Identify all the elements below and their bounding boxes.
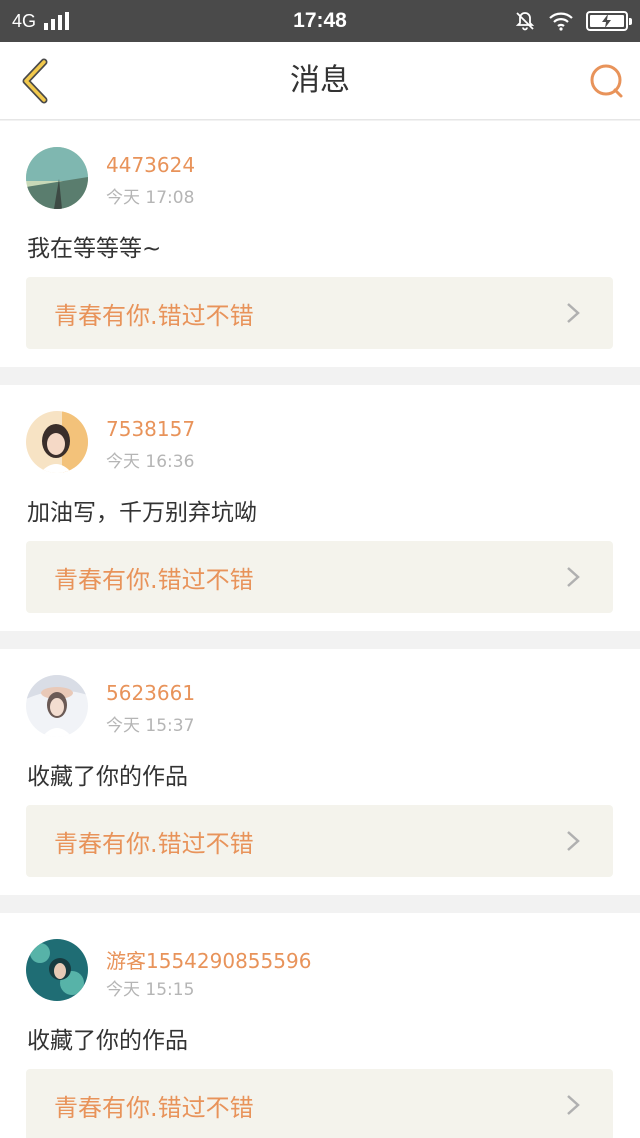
message-card: 5623661 今天 15:37 收藏了你的作品 青春有你.错过不错 bbox=[0, 649, 640, 895]
work-title: 青春有你.错过不错 bbox=[54, 829, 254, 858]
username[interactable]: 游客1554290855596 bbox=[106, 945, 311, 974]
chevron-right-icon bbox=[561, 1093, 585, 1117]
search-button[interactable] bbox=[586, 60, 628, 102]
avatar[interactable] bbox=[26, 147, 88, 209]
message-card: 游客1554290855596 今天 15:15 收藏了你的作品 青春有你.错过… bbox=[0, 913, 640, 1138]
work-title: 青春有你.错过不错 bbox=[54, 301, 254, 330]
message-list: 4473624 今天 17:08 我在等等等~ 青春有你.错过不错 753815… bbox=[0, 121, 640, 1138]
avatar[interactable] bbox=[26, 675, 88, 737]
message-text: 收藏了你的作品 bbox=[27, 764, 188, 790]
work-link[interactable]: 青春有你.错过不错 bbox=[26, 541, 613, 613]
search-icon bbox=[590, 64, 623, 98]
chevron-right-icon bbox=[561, 565, 585, 589]
mute-bell-icon bbox=[515, 12, 535, 31]
avatar[interactable] bbox=[26, 411, 88, 473]
wifi-icon bbox=[549, 12, 573, 31]
timestamp: 今天 17:08 bbox=[106, 188, 195, 208]
work-link[interactable]: 青春有你.错过不错 bbox=[26, 277, 613, 349]
work-title: 青春有你.错过不错 bbox=[54, 1093, 254, 1122]
timestamp: 今天 16:36 bbox=[106, 452, 195, 472]
network-indicator: 4G bbox=[12, 10, 70, 32]
chevron-right-icon bbox=[561, 829, 585, 853]
signal-icon bbox=[44, 12, 70, 30]
work-link[interactable]: 青春有你.错过不错 bbox=[26, 805, 613, 877]
chevron-right-icon bbox=[561, 301, 585, 325]
username[interactable]: 7538157 bbox=[106, 417, 195, 441]
message-text: 我在等等等~ bbox=[27, 236, 162, 262]
battery-icon bbox=[586, 11, 632, 31]
work-link[interactable]: 青春有你.错过不错 bbox=[26, 1069, 613, 1138]
status-bar: 4G 17:48 bbox=[0, 0, 640, 42]
message-card: 4473624 今天 17:08 我在等等等~ 青春有你.错过不错 bbox=[0, 121, 640, 367]
network-type: 4G bbox=[12, 10, 37, 31]
message-text: 加油写，千万别弃坑呦 bbox=[27, 500, 257, 526]
timestamp: 今天 15:37 bbox=[106, 716, 195, 736]
work-title: 青春有你.错过不错 bbox=[54, 565, 254, 594]
page-title: 消息 bbox=[290, 63, 350, 98]
message-card: 7538157 今天 16:36 加油写，千万别弃坑呦 青春有你.错过不错 bbox=[0, 385, 640, 631]
avatar[interactable] bbox=[26, 939, 88, 1001]
timestamp: 今天 15:15 bbox=[106, 980, 195, 1000]
username[interactable]: 4473624 bbox=[106, 153, 195, 177]
navbar: 消息 bbox=[0, 42, 640, 120]
message-text: 收藏了你的作品 bbox=[27, 1028, 188, 1054]
username[interactable]: 5623661 bbox=[106, 681, 195, 705]
